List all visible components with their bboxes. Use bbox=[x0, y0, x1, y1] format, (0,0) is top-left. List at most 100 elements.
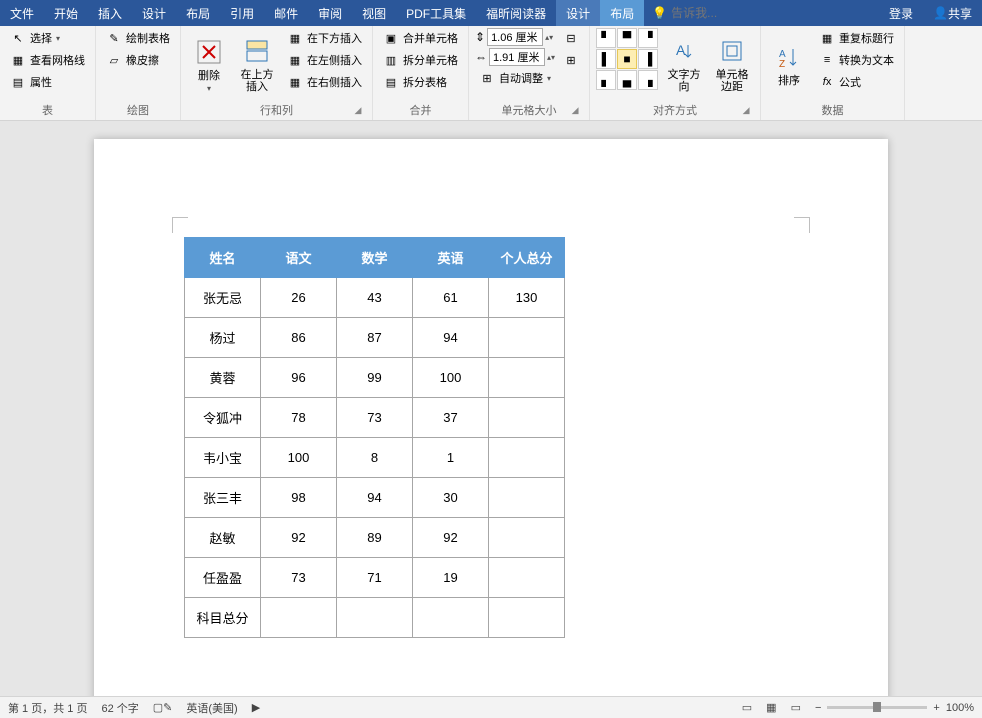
tab-pdfkit[interactable]: PDF工具集 bbox=[396, 0, 476, 26]
align-tc[interactable]: ▀ bbox=[617, 28, 637, 48]
table-row[interactable]: 杨过868794 bbox=[185, 318, 565, 358]
table-cell[interactable]: 43 bbox=[337, 278, 413, 318]
table-row[interactable]: 令狐冲787337 bbox=[185, 398, 565, 438]
table-cell[interactable]: 92 bbox=[261, 518, 337, 558]
distribute-rows-button[interactable]: ⊟ bbox=[559, 28, 583, 48]
delete-button[interactable]: 删除▾ bbox=[187, 28, 231, 100]
table-cell[interactable]: 92 bbox=[413, 518, 489, 558]
align-bc[interactable]: ▄ bbox=[617, 70, 637, 90]
view-print-icon[interactable]: ▦ bbox=[766, 701, 776, 714]
col-width-input[interactable] bbox=[489, 48, 545, 66]
table-cell[interactable] bbox=[413, 598, 489, 638]
table-cell[interactable]: 张无忌 bbox=[185, 278, 261, 318]
view-web-icon[interactable]: ▭ bbox=[791, 701, 801, 714]
share-button[interactable]: 👤共享 bbox=[923, 0, 982, 26]
align-ml[interactable]: ▌ bbox=[596, 49, 616, 69]
insert-below-button[interactable]: ▦在下方插入 bbox=[283, 28, 366, 48]
autofit-button[interactable]: ⊞自动调整▾ bbox=[475, 68, 555, 88]
tab-view[interactable]: 视图 bbox=[352, 0, 396, 26]
align-mc[interactable]: ■ bbox=[617, 49, 637, 69]
table-cell[interactable]: 杨过 bbox=[185, 318, 261, 358]
table-cell[interactable]: 71 bbox=[337, 558, 413, 598]
table-cell[interactable]: 韦小宝 bbox=[185, 438, 261, 478]
view-read-icon[interactable]: ▭ bbox=[742, 701, 752, 714]
tab-table-layout[interactable]: 布局 bbox=[600, 0, 644, 26]
table-cell[interactable]: 张三丰 bbox=[185, 478, 261, 518]
table-cell[interactable]: 99 bbox=[337, 358, 413, 398]
table-header[interactable]: 数学 bbox=[337, 238, 413, 278]
insert-right-button[interactable]: ▦在右侧插入 bbox=[283, 72, 366, 92]
align-mr[interactable]: ▐ bbox=[638, 49, 658, 69]
repeat-header-button[interactable]: ▦重复标题行 bbox=[815, 28, 898, 48]
table-cell[interactable]: 赵敏 bbox=[185, 518, 261, 558]
table-cell[interactable]: 37 bbox=[413, 398, 489, 438]
formula-button[interactable]: fx公式 bbox=[815, 72, 898, 92]
insert-above-button[interactable]: 在上方插入 bbox=[235, 28, 279, 100]
tab-foxit[interactable]: 福昕阅读器 bbox=[476, 0, 556, 26]
table-row[interactable]: 科目总分 bbox=[185, 598, 565, 638]
merge-cells-button[interactable]: ▣合并单元格 bbox=[379, 28, 462, 48]
align-tr[interactable]: ▝ bbox=[638, 28, 658, 48]
table-cell[interactable]: 86 bbox=[261, 318, 337, 358]
status-page[interactable]: 第 1 页，共 1 页 bbox=[8, 700, 87, 716]
align-tl[interactable]: ▘ bbox=[596, 28, 616, 48]
table-cell[interactable]: 30 bbox=[413, 478, 489, 518]
table-cell[interactable]: 96 bbox=[261, 358, 337, 398]
tab-layout[interactable]: 布局 bbox=[176, 0, 220, 26]
table-cell[interactable]: 100 bbox=[261, 438, 337, 478]
table-cell[interactable]: 61 bbox=[413, 278, 489, 318]
height-spinner[interactable]: ▴▾ bbox=[545, 33, 553, 42]
table-header[interactable]: 语文 bbox=[261, 238, 337, 278]
rowscols-launcher[interactable]: ◢ bbox=[352, 104, 364, 116]
split-table-button[interactable]: ▤拆分表格 bbox=[379, 72, 462, 92]
table-row[interactable]: 任盈盈737119 bbox=[185, 558, 565, 598]
eraser-button[interactable]: ▱橡皮擦 bbox=[102, 50, 174, 70]
table-row[interactable]: 张无忌264361130 bbox=[185, 278, 565, 318]
table-header[interactable]: 英语 bbox=[413, 238, 489, 278]
width-spinner[interactable]: ▴▾ bbox=[547, 53, 555, 62]
properties-button[interactable]: ▤属性 bbox=[6, 72, 89, 92]
tab-home[interactable]: 开始 bbox=[44, 0, 88, 26]
distribute-cols-button[interactable]: ⊞ bbox=[559, 50, 583, 70]
status-words[interactable]: 62 个字 bbox=[101, 700, 138, 716]
table-row[interactable]: 韦小宝10081 bbox=[185, 438, 565, 478]
cell-margins-button[interactable]: 单元格 边距 bbox=[710, 28, 754, 100]
table-header[interactable]: 姓名 bbox=[185, 238, 261, 278]
table-cell[interactable]: 87 bbox=[337, 318, 413, 358]
align-bl[interactable]: ▖ bbox=[596, 70, 616, 90]
table-header[interactable]: 个人总分 bbox=[489, 238, 565, 278]
table-cell[interactable] bbox=[489, 518, 565, 558]
table-cell[interactable]: 130 bbox=[489, 278, 565, 318]
login-button[interactable]: 登录 bbox=[879, 0, 923, 26]
zoom-slider[interactable] bbox=[827, 706, 927, 709]
table-row[interactable]: 张三丰989430 bbox=[185, 478, 565, 518]
table-cell[interactable] bbox=[489, 358, 565, 398]
table-cell[interactable]: 黄蓉 bbox=[185, 358, 261, 398]
table-cell[interactable]: 令狐冲 bbox=[185, 398, 261, 438]
table-cell[interactable]: 100 bbox=[413, 358, 489, 398]
table-cell[interactable] bbox=[489, 318, 565, 358]
tab-mailings[interactable]: 邮件 bbox=[264, 0, 308, 26]
table-cell[interactable] bbox=[337, 598, 413, 638]
sort-button[interactable]: AZ 排序 bbox=[767, 28, 811, 100]
table-cell[interactable]: 94 bbox=[413, 318, 489, 358]
status-macro-icon[interactable]: ▶ bbox=[252, 701, 260, 714]
document-workspace[interactable]: 姓名语文数学英语个人总分 张无忌264361130杨过868794黄蓉96991… bbox=[0, 121, 982, 696]
split-cells-button[interactable]: ▥拆分单元格 bbox=[379, 50, 462, 70]
tab-design[interactable]: 设计 bbox=[132, 0, 176, 26]
row-height-input[interactable] bbox=[487, 28, 543, 46]
tab-references[interactable]: 引用 bbox=[220, 0, 264, 26]
table-cell[interactable] bbox=[489, 398, 565, 438]
scores-table[interactable]: 姓名语文数学英语个人总分 张无忌264361130杨过868794黄蓉96991… bbox=[184, 237, 565, 638]
table-cell[interactable] bbox=[489, 558, 565, 598]
insert-left-button[interactable]: ▦在左侧插入 bbox=[283, 50, 366, 70]
table-cell[interactable]: 26 bbox=[261, 278, 337, 318]
select-button[interactable]: ↖选择▾ bbox=[6, 28, 89, 48]
table-cell[interactable]: 任盈盈 bbox=[185, 558, 261, 598]
table-cell[interactable]: 78 bbox=[261, 398, 337, 438]
view-gridlines-button[interactable]: ▦查看网格线 bbox=[6, 50, 89, 70]
table-cell[interactable]: 19 bbox=[413, 558, 489, 598]
align-br[interactable]: ▗ bbox=[638, 70, 658, 90]
table-cell[interactable]: 73 bbox=[337, 398, 413, 438]
table-cell[interactable]: 98 bbox=[261, 478, 337, 518]
